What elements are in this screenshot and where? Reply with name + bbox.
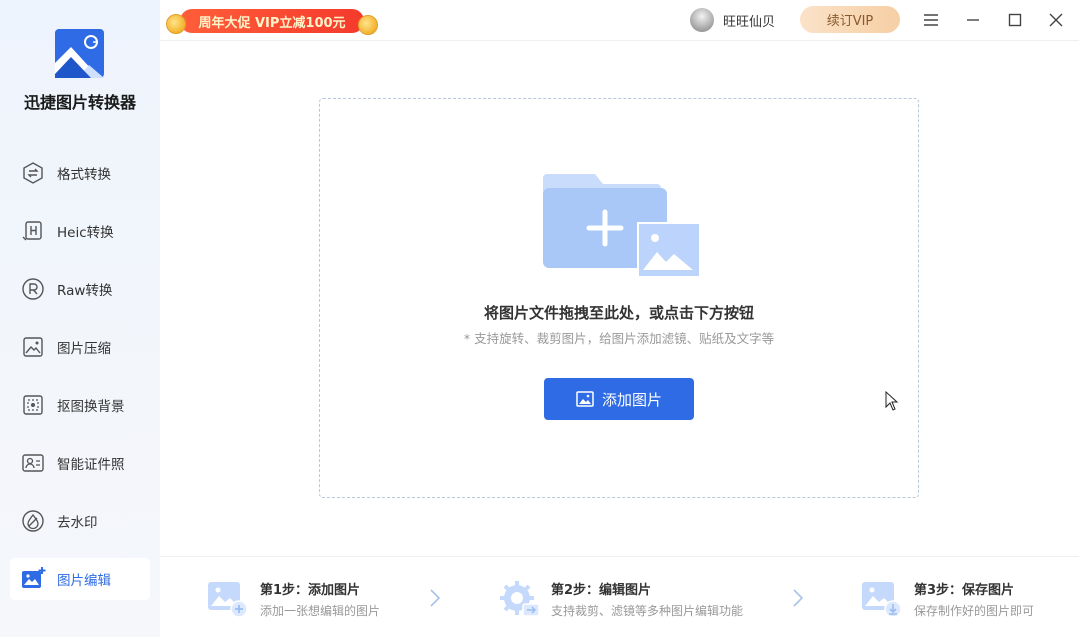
sidebar-item-cutout[interactable]: 抠图换背景 [10, 384, 150, 426]
sidebar-item-watermark[interactable]: 去水印 [10, 500, 150, 542]
sidebar-item-raw[interactable]: Raw转换 [10, 268, 150, 310]
coin-icon [358, 15, 378, 35]
promo-text: 周年大促 VIP立减100元 [180, 9, 364, 33]
drop-zone-hint: * 支持旋转、裁剪图片，给图片添加滤镜、贴纸及文字等 [463, 331, 775, 346]
divider [160, 40, 1079, 41]
step-desc: 支持裁剪、滤镜等多种图片编辑功能 [551, 604, 744, 618]
heic-icon [20, 218, 46, 244]
drop-zone-title: 将图片文件拖拽至此处，或点击下方按钮 [483, 304, 754, 322]
id-photo-icon [20, 450, 46, 476]
raw-icon [20, 276, 46, 302]
sidebar: 迅捷图片转换器 格式转换 Heic转换 Raw转换 图片压缩 抠图换背景 智能证… [0, 0, 160, 637]
sidebar-item-label: 去水印 [57, 515, 98, 531]
drop-zone[interactable] [319, 98, 919, 498]
sidebar-item-label: 图片压缩 [57, 341, 111, 357]
add-image-label: 添加图片 [601, 390, 662, 409]
step-title: 第3步：保存图片 [914, 583, 1015, 598]
compress-icon [20, 334, 46, 360]
folder-add-icon [543, 174, 701, 278]
sidebar-item-image-edit[interactable]: 图片编辑 [10, 558, 150, 600]
sidebar-item-label: 图片编辑 [57, 573, 111, 589]
add-image-step-icon [208, 582, 248, 618]
user-name: 旺旺仙贝 [723, 14, 776, 30]
watermark-icon [20, 508, 46, 534]
step-title: 第1步：添加图片 [260, 583, 361, 598]
sidebar-item-format-convert[interactable]: 格式转换 [10, 152, 150, 194]
app-logo-icon [55, 29, 104, 78]
image-icon [576, 391, 594, 407]
sidebar-item-label: Raw转换 [57, 283, 113, 299]
renew-vip-button[interactable]: 续订VIP [800, 6, 900, 33]
edit-image-step-icon [500, 581, 539, 617]
save-image-step-icon [862, 582, 902, 618]
step-title: 第2步：编辑图片 [551, 583, 652, 598]
sidebar-item-label: 格式转换 [57, 167, 111, 183]
sidebar-item-label: Heic转换 [57, 225, 114, 241]
sidebar-item-label: 智能证件照 [57, 457, 125, 473]
chevron-right-icon [430, 589, 441, 607]
sidebar-item-label: 抠图换背景 [57, 399, 125, 415]
sidebar-item-compress[interactable]: 图片压缩 [10, 326, 150, 368]
divider [160, 556, 1079, 557]
sidebar-item-heic[interactable]: Heic转换 [10, 210, 150, 252]
coin-icon [166, 14, 186, 34]
step-desc: 添加一张想编辑的图片 [260, 604, 381, 618]
app-name: 迅捷图片转换器 [23, 93, 136, 112]
close-icon[interactable] [1044, 8, 1068, 32]
mouse-cursor-icon [885, 391, 899, 411]
minimize-icon[interactable] [961, 8, 985, 32]
user-profile[interactable]: 旺旺仙贝 [690, 6, 775, 34]
step-desc: 保存制作好的图片即可 [914, 604, 1035, 618]
menu-icon[interactable] [919, 8, 943, 32]
swap-icon [20, 160, 46, 186]
promo-banner[interactable]: 周年大促 VIP立减100元 [166, 6, 378, 36]
avatar [690, 8, 714, 32]
add-image-button[interactable]: 添加图片 [544, 378, 694, 420]
image-edit-icon [20, 566, 46, 592]
cutout-icon [20, 392, 46, 418]
sidebar-item-id-photo[interactable]: 智能证件照 [10, 442, 150, 484]
chevron-right-icon [793, 589, 804, 607]
maximize-icon[interactable] [1003, 8, 1027, 32]
